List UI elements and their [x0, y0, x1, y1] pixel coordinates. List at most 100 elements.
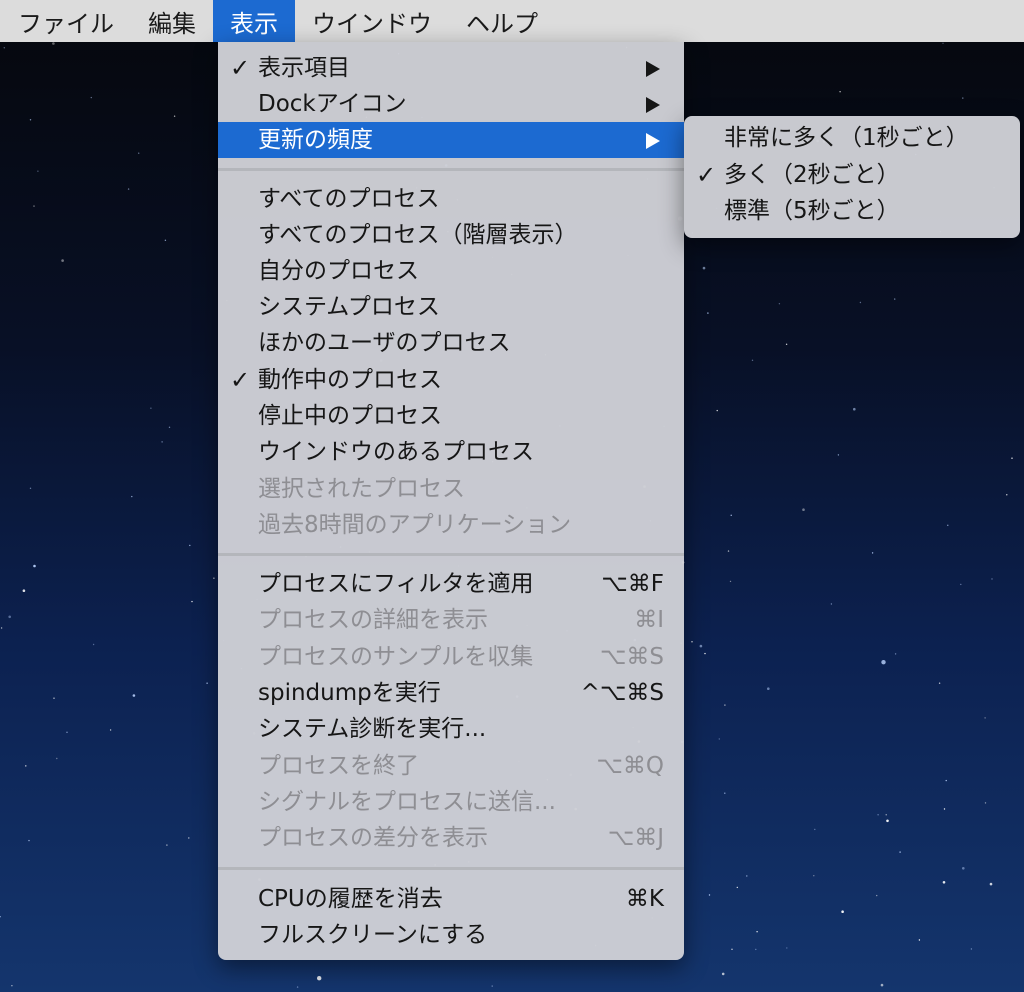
star: [716, 409, 718, 412]
star: [947, 524, 949, 526]
menu-item-shortcut: ⌥⌘S: [599, 644, 664, 670]
star: [876, 894, 878, 897]
star: [22, 589, 26, 592]
star: [166, 844, 168, 846]
menu-item-show-deltas[interactable]: プロセスの差分を表示 ⌥⌘J: [218, 820, 684, 856]
menu-item-sample-process[interactable]: プロセスのサンプルを収集 ⌥⌘S: [218, 639, 684, 675]
star: [853, 407, 856, 411]
menu-item-label: 更新の頻度: [258, 127, 373, 153]
menu-item-label: 停止中のプロセス: [258, 403, 442, 429]
star: [989, 882, 993, 886]
star: [814, 828, 816, 831]
menubar-view[interactable]: 表示: [213, 0, 295, 42]
menu-item-my-processes[interactable]: 自分のプロセス: [218, 253, 684, 289]
star: [164, 239, 167, 241]
star: [960, 583, 962, 586]
menu-item-inactive-processes[interactable]: 停止中のプロセス: [218, 398, 684, 434]
star: [894, 653, 897, 655]
menubar-window[interactable]: ウインドウ: [295, 0, 449, 42]
menu-item-enter-full-screen[interactable]: フルスクリーンにする: [218, 917, 684, 953]
star: [150, 407, 152, 409]
menu-item-label: 動作中のプロセス: [258, 367, 442, 393]
star: [886, 819, 889, 823]
star: [881, 660, 886, 665]
menu-item-run-sysdiagnose[interactable]: システム診断を実行...: [218, 711, 684, 747]
star: [213, 577, 215, 579]
menu-item-dock-icon[interactable]: Dockアイコン: [218, 86, 684, 122]
menubar-edit[interactable]: 編集: [131, 0, 213, 42]
star: [839, 91, 841, 93]
menu-item-quit-process[interactable]: プロセスを終了 ⌥⌘Q: [218, 748, 684, 784]
menubar-file[interactable]: ファイル: [0, 0, 131, 42]
menu-item-shortcut: ⌥⌘F: [601, 571, 664, 597]
star: [61, 259, 64, 262]
star: [727, 550, 730, 552]
menu-item-shortcut: ⌘I: [634, 607, 664, 633]
menu-item-label: すべてのプロセス: [258, 186, 440, 212]
menu-item-send-signal[interactable]: シグナルをプロセスに送信...: [218, 784, 684, 820]
star: [943, 808, 946, 810]
star: [877, 814, 879, 816]
menu-item-label: ほかのユーザのプロセス: [258, 330, 511, 356]
menu-item-label: spindumpを実行: [258, 680, 441, 706]
menu-item-active-processes[interactable]: ✓ 動作中のプロセス: [218, 362, 684, 398]
star: [52, 42, 55, 45]
menu-item-update-frequency[interactable]: 更新の頻度: [218, 122, 684, 158]
menu-item-system-processes[interactable]: システムプロセス: [218, 289, 684, 325]
star: [730, 514, 732, 516]
checkmark-icon: ✓: [696, 161, 717, 189]
star: [29, 487, 32, 489]
menu-item-label: プロセスのサンプルを収集: [258, 644, 534, 670]
update-frequency-submenu: 非常に多く（1秒ごと） ✓ 多く（2秒ごと） 標準（5秒ごと）: [684, 116, 1020, 238]
menu-item-clear-cpu-history[interactable]: CPUの履歴を消去 ⌘K: [218, 881, 684, 917]
checkmark-icon: ✓: [230, 366, 251, 394]
menu-item-all-processes[interactable]: すべてのプロセス: [218, 181, 684, 217]
star: [736, 886, 738, 889]
star: [491, 985, 493, 987]
submenu-item-normally[interactable]: 標準（5秒ごと）: [684, 193, 1020, 229]
menu-item-all-processes-hierarchy[interactable]: すべてのプロセス（階層表示）: [218, 217, 684, 253]
star: [859, 301, 862, 304]
menu-item-label: 過去8時間のアプリケーション: [258, 512, 572, 538]
submenu-item-often[interactable]: ✓ 多く（2秒ごと）: [684, 157, 1020, 193]
menu-item-columns[interactable]: ✓ 表示項目: [218, 50, 684, 86]
star: [708, 894, 711, 896]
menu-item-filter-processes[interactable]: プロセスにフィルタを適用 ⌥⌘F: [218, 566, 684, 602]
menu-separator: [218, 168, 684, 171]
star: [962, 97, 964, 99]
star: [1011, 457, 1013, 459]
menu-item-label: 非常に多く（1秒ごと）: [724, 125, 969, 151]
star: [837, 454, 840, 456]
menu-bar: ファイル 編集 表示 ウインドウ ヘルプ: [0, 0, 1024, 42]
submenu-item-very-often[interactable]: 非常に多く（1秒ごと）: [684, 120, 1020, 156]
star: [173, 115, 176, 117]
menu-item-other-user-processes[interactable]: ほかのユーザのプロセス: [218, 325, 684, 361]
star: [1006, 494, 1008, 496]
star: [724, 704, 726, 706]
checkmark-icon: ✓: [230, 54, 251, 82]
menu-item-windowed-processes[interactable]: ウインドウのあるプロセス: [218, 434, 684, 470]
star: [962, 867, 965, 870]
menu-item-label: 自分のプロセス: [258, 258, 419, 284]
star: [984, 717, 986, 719]
menu-item-run-spindump[interactable]: spindumpを実行 ^⌥⌘S: [218, 675, 684, 711]
star: [918, 939, 921, 941]
star: [885, 814, 887, 816]
menu-item-selected-processes[interactable]: 選択されたプロセス: [218, 471, 684, 507]
star: [704, 652, 706, 655]
menubar-help[interactable]: ヘルプ: [449, 0, 555, 42]
star: [138, 152, 140, 154]
star: [699, 644, 703, 648]
menu-item-label: システム診断を実行...: [258, 716, 487, 742]
star: [707, 312, 709, 314]
star: [746, 875, 748, 877]
star: [8, 615, 11, 619]
star: [691, 641, 693, 643]
star: [132, 694, 136, 697]
menu-item-apps-last-8-hours[interactable]: 過去8時間のアプリケーション: [218, 507, 684, 543]
star: [802, 508, 805, 512]
menu-item-label: プロセスを終了: [258, 753, 419, 779]
menu-item-inspect-process[interactable]: プロセスの詳細を表示 ⌘I: [218, 602, 684, 638]
star: [11, 985, 13, 987]
star: [33, 205, 35, 207]
